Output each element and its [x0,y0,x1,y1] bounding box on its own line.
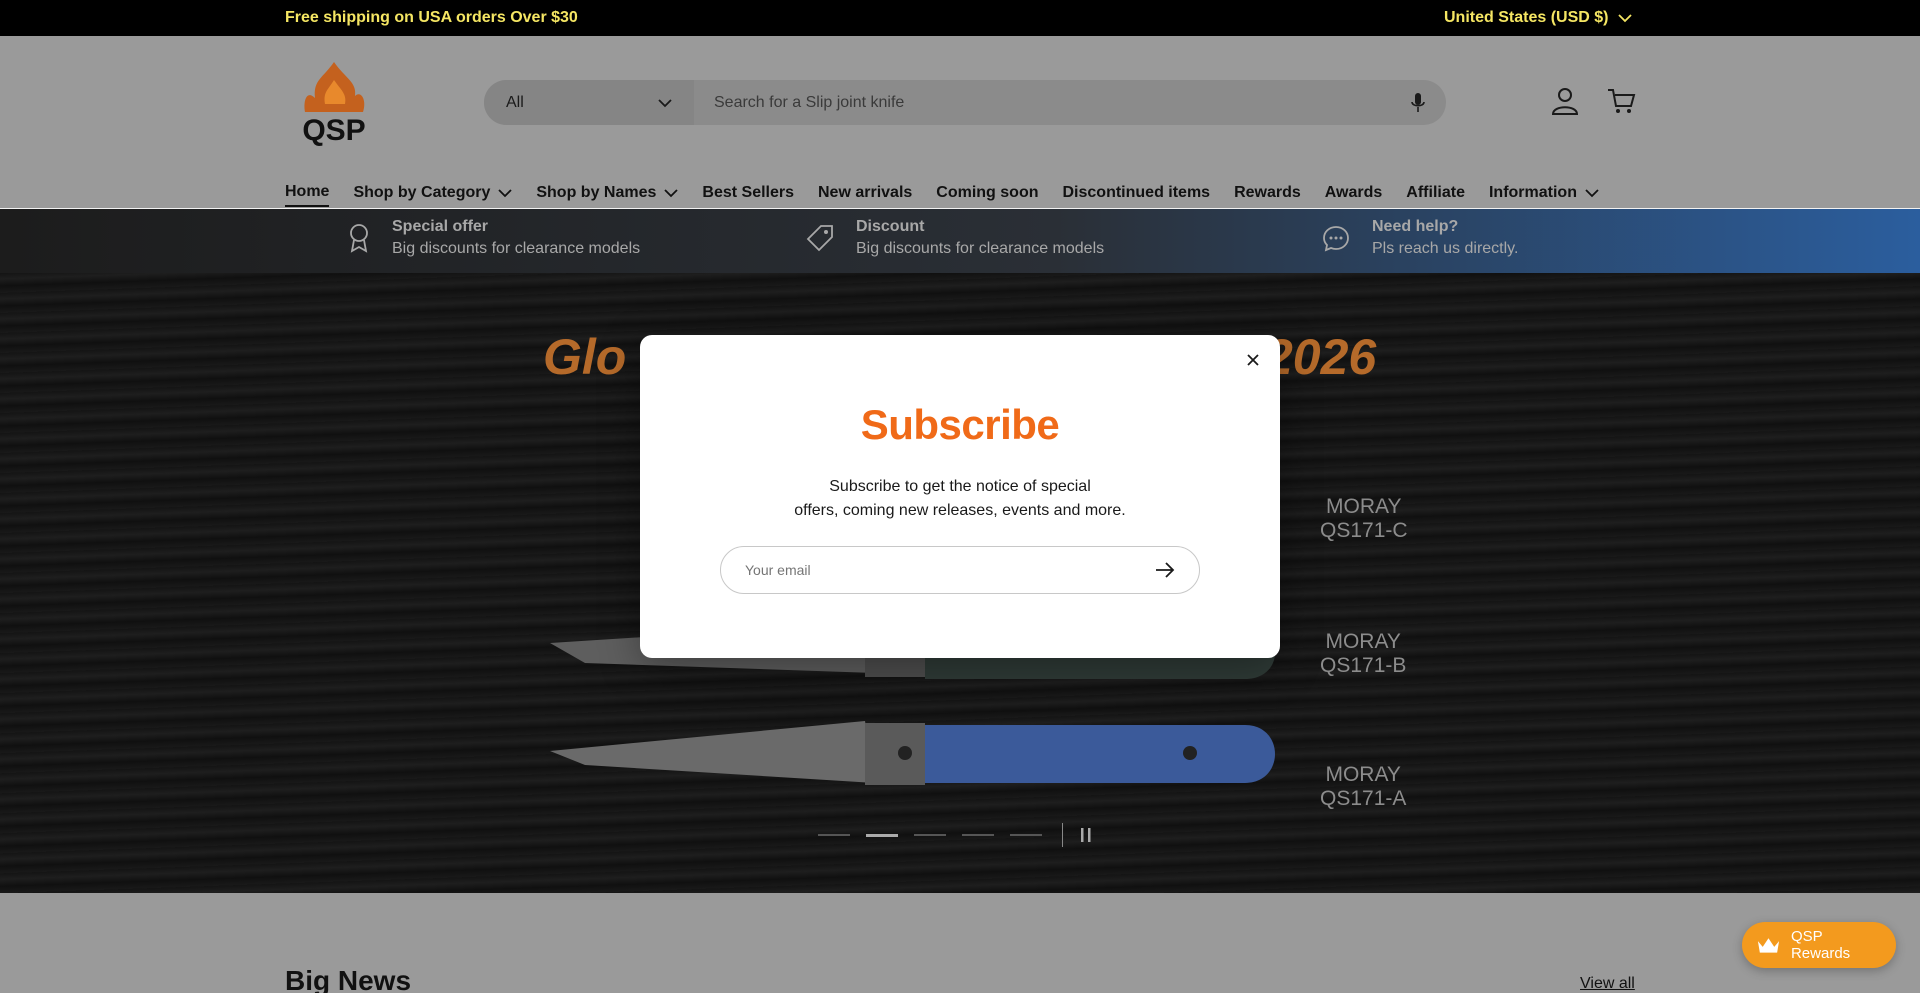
feature-subtitle: Big discounts for clearance models [392,240,641,257]
feature-title: Special offer [392,218,489,235]
slide-dot-5[interactable] [1010,834,1042,836]
search-bar: All Search for a Slip joint knife [484,80,1446,125]
knife-model: QS171-A [1320,787,1407,810]
nav-coming-soon-label: Coming soon [936,184,1039,201]
hero-title-right: 2026 [1265,329,1377,385]
search-placeholder: Search for a Slip joint knife [714,93,905,111]
modal-body-line2: offers, coming new releases, events and … [794,502,1126,519]
nav-best-sellers-label: Best Sellers [702,184,794,201]
hero-title-left: Glo [543,329,627,385]
search-input[interactable]: Search for a Slip joint knife [694,80,1446,125]
cart-icon[interactable] [1606,86,1636,116]
nav-shop-by-category[interactable]: Shop by Category [353,179,512,207]
slide-dot-3[interactable] [914,834,946,836]
nav-new-arrivals[interactable]: New arrivals [818,179,912,207]
nav-rewards[interactable]: Rewards [1234,179,1301,207]
nav-information[interactable]: Information [1489,179,1599,207]
header-actions [1550,86,1636,116]
slideshow-controls [818,823,1093,847]
country-label: United States (USD $) [1444,9,1609,26]
knife-model: QS171-B [1320,654,1407,677]
chat-bubble-icon [1323,226,1349,252]
announcement-bar: Free shipping on USA orders Over $30 Uni… [0,0,1920,36]
subscribe-modal: Subscribe Subscribe to get the notice of… [640,335,1280,658]
qsp-logo[interactable]: QSP [293,60,375,147]
knife-label-b: MORAY QS171-B [1320,630,1406,678]
nav-information-label: Information [1488,184,1577,201]
feature-subtitle: Pls reach us directly. [1372,240,1519,257]
knife-label-c: MORAY QS171-C [1320,495,1408,543]
price-tag-icon [806,225,833,252]
award-ribbon-icon [350,224,368,253]
nav-home-label: Home [285,183,330,200]
nav-shop-by-names-label: Shop by Names [536,184,657,201]
search-category-select[interactable]: All [484,80,694,125]
search-category-value: All [506,93,524,111]
knife-model: QS171-C [1320,519,1408,542]
country-selector[interactable]: United States (USD $) [1444,9,1633,27]
logo-text: QSP [302,114,365,146]
chevron-down-icon [658,98,672,107]
microphone-icon[interactable] [1410,92,1426,114]
knife-name: MORAY [1326,495,1402,518]
nav-shop-by-names[interactable]: Shop by Names [536,179,679,207]
chevron-down-icon [664,189,679,198]
feature-subtitle: Big discounts for clearance models [856,240,1105,257]
nav-awards[interactable]: Awards [1325,179,1383,207]
controls-divider [1062,823,1063,847]
modal-description: Subscribe to get the notice of special o… [640,475,1280,523]
nav-awards-label: Awards [1324,184,1383,201]
feature-discount: Discount Big discounts for clearance mod… [806,218,1104,258]
slide-dot-2[interactable] [866,833,898,837]
account-icon[interactable] [1550,86,1580,116]
rewards-launcher-button[interactable]: QSP Rewards [1742,922,1896,968]
chevron-down-icon [1618,14,1633,23]
email-field[interactable] [745,562,1125,578]
nav-new-arrivals-label: New arrivals [818,184,913,201]
crown-icon [1757,938,1780,953]
nav-home[interactable]: Home [285,179,330,207]
feature-title: Need help? [1372,218,1459,235]
chevron-down-icon [1585,189,1599,198]
pause-icon[interactable] [1079,827,1093,843]
nav-shop-by-category-label: Shop by Category [353,184,491,201]
modal-title: Subscribe [860,401,1060,448]
slide-dot-1[interactable] [818,834,850,836]
nav-discontinued-items-label: Discontinued items [1062,184,1211,201]
rewards-label: QSP Rewards [1790,928,1851,962]
big-news-section: Big News View all [0,893,1920,993]
knife-label-a: MORAY QS171-A [1320,763,1406,811]
email-field-wrapper [720,546,1200,594]
knife-image-a [550,721,1275,785]
arrow-right-icon[interactable] [1155,562,1175,578]
feature-special-offer: Special offer Big discounts for clearanc… [348,218,640,258]
feature-need-help: Need help? Pls reach us directly. [1322,218,1518,258]
nav-best-sellers[interactable]: Best Sellers [702,179,794,207]
view-all-link[interactable]: View all [1580,975,1635,993]
shipping-promo-text: Free shipping on USA orders Over $30 [285,9,578,26]
feature-title: Discount [856,218,925,235]
nav-rewards-label: Rewards [1234,184,1301,201]
modal-body-line1: Subscribe to get the notice of special [829,478,1091,495]
nav-affiliate-label: Affiliate [1406,184,1465,201]
nav-coming-soon[interactable]: Coming soon [936,179,1038,207]
section-title: Big News [285,965,412,993]
main-nav: Home Shop by Category Shop by Names Best… [285,179,1599,207]
nav-affiliate[interactable]: Affiliate [1406,179,1465,207]
knife-name: MORAY [1325,630,1401,653]
chevron-down-icon [498,189,512,198]
nav-discontinued-items[interactable]: Discontinued items [1063,179,1211,207]
slide-dot-4[interactable] [962,834,994,836]
features-strip: Special offer Big discounts for clearanc… [0,209,1920,273]
close-icon [1247,354,1259,366]
close-button[interactable] [1240,347,1266,373]
knife-name: MORAY [1325,763,1401,786]
